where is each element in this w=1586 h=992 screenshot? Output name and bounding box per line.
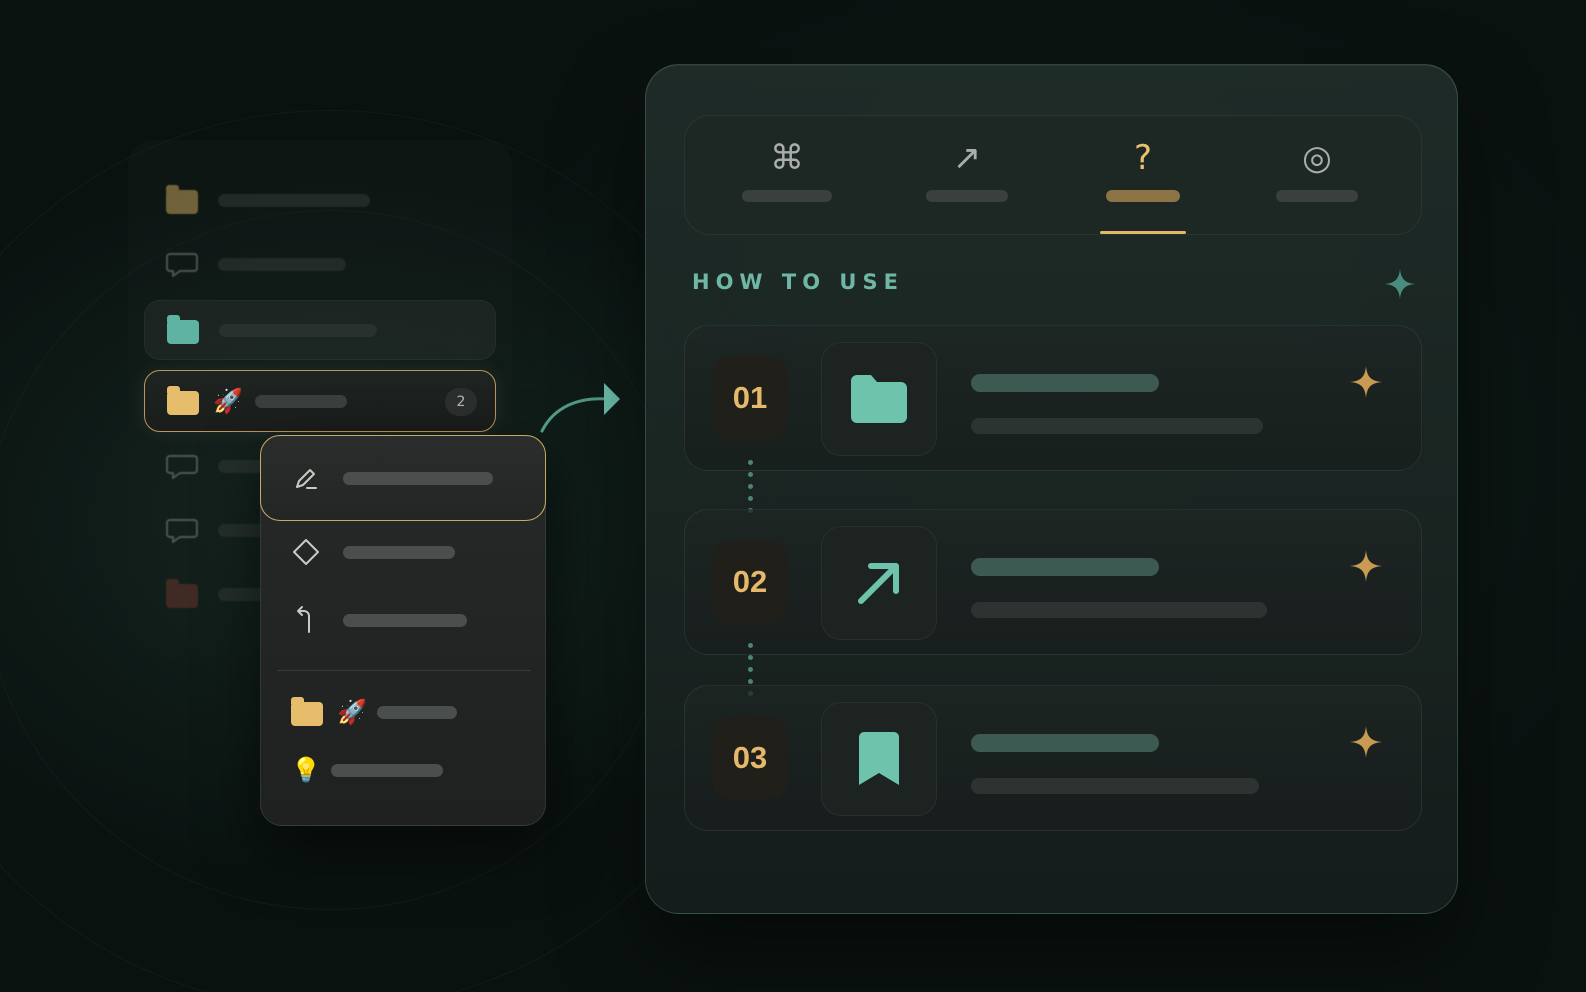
- bookmark-icon: [859, 732, 899, 785]
- step-title-placeholder: [971, 734, 1159, 752]
- tab-label-placeholder: [1106, 190, 1180, 202]
- sidebar-item-selected[interactable]: 🚀 2: [144, 370, 496, 432]
- sidebar-item-chat[interactable]: [144, 234, 496, 294]
- step-card[interactable]: 03: [684, 685, 1422, 831]
- label-placeholder: [218, 257, 346, 271]
- chat-bubble-icon: [166, 252, 198, 278]
- sidebar-item-folder[interactable]: [144, 300, 496, 360]
- undo-arrow-icon: [297, 606, 310, 633]
- menu-item-diamond[interactable]: [261, 518, 545, 586]
- lightbulb-icon: 💡: [291, 756, 321, 784]
- tab-arrow[interactable]: ↗: [897, 116, 1037, 236]
- menu-item-undo[interactable]: [261, 586, 545, 654]
- context-menu: 🚀 💡: [260, 435, 546, 826]
- step-connector: [748, 460, 754, 513]
- question-icon: ?: [1133, 138, 1153, 178]
- arrow-up-right-icon: [858, 563, 899, 604]
- count-badge: 2: [445, 388, 477, 416]
- chat-bubble-icon: [166, 454, 198, 480]
- folder-icon: [167, 386, 199, 415]
- tab-target[interactable]: ◎: [1247, 116, 1387, 236]
- chat-bubble-icon: [166, 518, 198, 544]
- step-title-placeholder: [971, 374, 1159, 392]
- step-card[interactable]: 02: [684, 509, 1422, 655]
- target-icon: ◎: [1302, 138, 1332, 178]
- tab-label-placeholder: [742, 190, 832, 202]
- folder-icon: [166, 579, 198, 608]
- step-desc-placeholder: [971, 418, 1263, 434]
- label-placeholder: [254, 394, 347, 408]
- step-title-placeholder: [971, 558, 1159, 576]
- tab-bar: ⌘ ↗ ? ◎: [684, 115, 1422, 235]
- label-placeholder: [219, 323, 377, 337]
- menu-item-edit[interactable]: [260, 435, 546, 521]
- tab-help[interactable]: ?: [1073, 116, 1213, 236]
- rocket-emoji: 🚀: [337, 698, 367, 726]
- label-placeholder: [343, 613, 467, 627]
- app-canvas: 🚀 2 🚀 💡 ⌘ ↗ ? ◎ HOW TO USE 01 02 03: [0, 0, 1586, 992]
- folder-icon: [291, 697, 323, 726]
- active-tab-indicator: [1100, 231, 1186, 234]
- section-title: HOW TO USE: [692, 270, 904, 294]
- sparkle-icon: [1350, 726, 1382, 758]
- rocket-emoji: 🚀: [213, 387, 243, 415]
- step-number: 03: [713, 717, 787, 799]
- tab-command[interactable]: ⌘: [717, 116, 857, 236]
- arrow-up-right-icon: ↗: [952, 138, 982, 178]
- step-icon-tile: [821, 702, 937, 816]
- label-placeholder: [331, 763, 443, 777]
- menu-item-idea[interactable]: 💡: [261, 736, 545, 804]
- sidebar-item-folder[interactable]: [144, 170, 496, 230]
- label-placeholder: [218, 193, 370, 207]
- folder-icon: [166, 185, 198, 214]
- tab-label-placeholder: [926, 190, 1008, 202]
- step-desc-placeholder: [971, 778, 1259, 794]
- step-desc-placeholder: [971, 602, 1267, 618]
- how-to-use-panel: ⌘ ↗ ? ◎ HOW TO USE 01 02 03: [645, 64, 1458, 914]
- label-placeholder: [343, 471, 493, 485]
- folder-icon: [851, 375, 907, 423]
- menu-divider: [277, 670, 531, 671]
- step-card[interactable]: 01: [684, 325, 1422, 471]
- sparkle-icon: [1385, 269, 1415, 299]
- folder-icon: [167, 315, 199, 344]
- label-placeholder: [376, 705, 457, 719]
- step-icon-tile: [821, 526, 937, 640]
- diamond-icon: [293, 539, 319, 565]
- curved-arrow-icon: [540, 383, 620, 433]
- step-icon-tile: [821, 342, 937, 456]
- sparkle-icon: [1350, 366, 1382, 398]
- pencil-icon: [296, 469, 317, 489]
- step-number: 02: [713, 541, 787, 623]
- sparkle-icon: [1350, 550, 1382, 582]
- step-number: 01: [713, 357, 787, 439]
- tab-label-placeholder: [1276, 190, 1358, 202]
- label-placeholder: [343, 545, 455, 559]
- command-icon: ⌘: [770, 138, 804, 178]
